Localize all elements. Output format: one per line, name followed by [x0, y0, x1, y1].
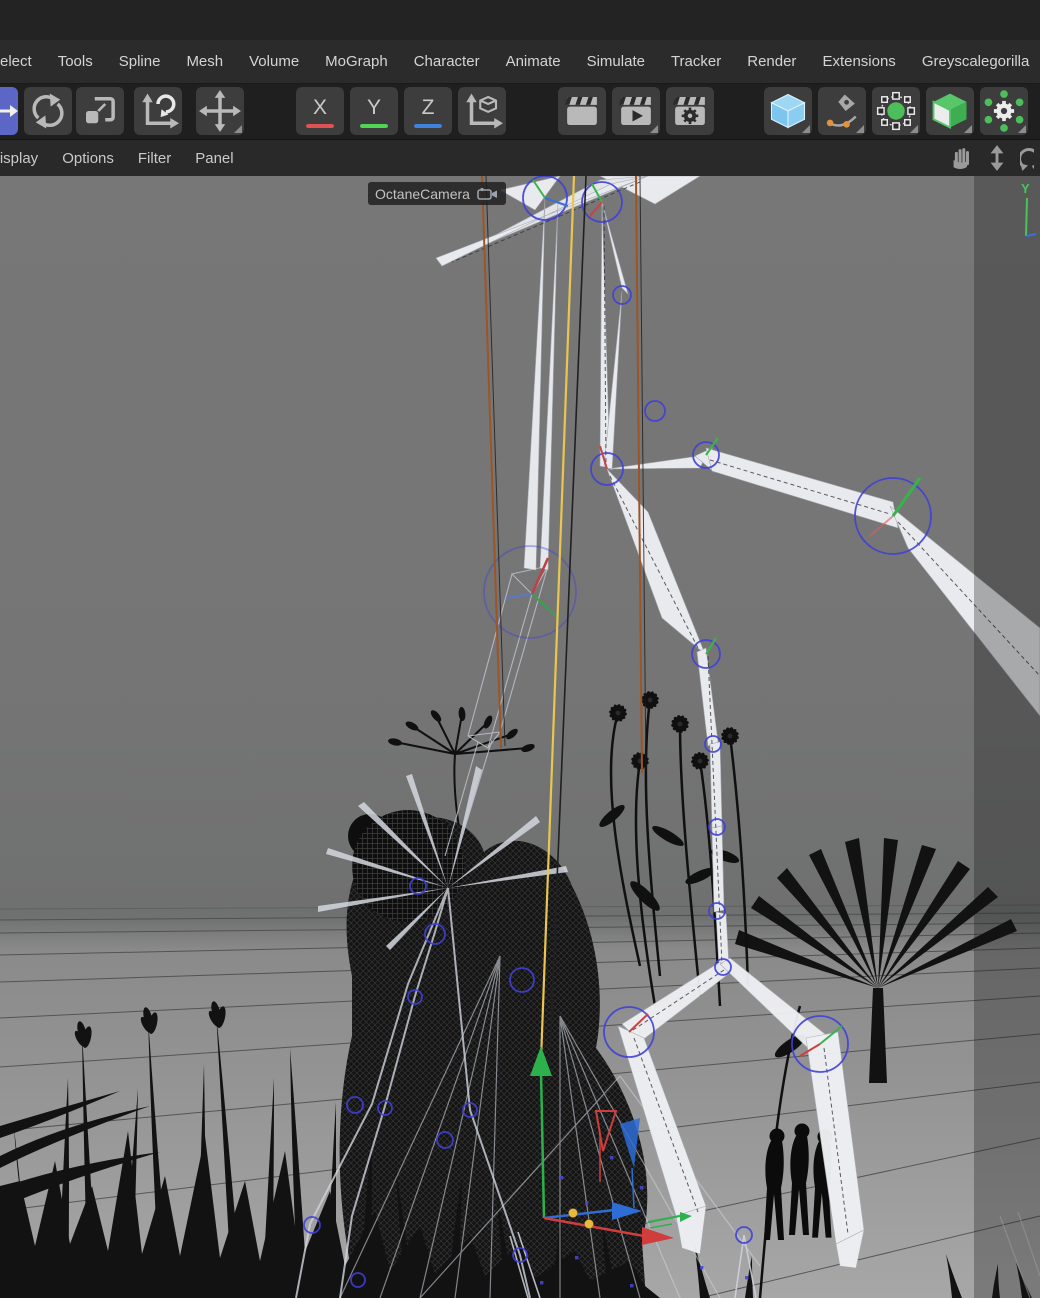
- main-menu-bar: Select Tools Spline Mesh Volume MoGraph …: [0, 40, 1040, 84]
- y-axis-label: Y: [367, 96, 381, 120]
- gizmo-handle-dot[interactable]: [585, 1220, 594, 1229]
- viewport-nav-controls: [948, 140, 1040, 176]
- viewport-scene: Y: [0, 176, 1040, 1298]
- move-icon: [199, 90, 241, 132]
- camera-label-text: OctaneCamera: [375, 186, 470, 202]
- plant-silhouettes: [0, 689, 1032, 1298]
- selection-tool-button[interactable]: [0, 87, 18, 135]
- rotate-arrows-button[interactable]: [24, 87, 72, 135]
- menu-item-mograph[interactable]: MoGraph: [312, 53, 401, 70]
- blue-cube-icon: [766, 89, 810, 133]
- lock-y-axis-button[interactable]: Y: [350, 87, 398, 135]
- title-bar: [0, 0, 1040, 40]
- menu-item-mesh[interactable]: Mesh: [173, 53, 236, 70]
- menu-item-render[interactable]: Render: [734, 53, 809, 70]
- dolly-zoom-icon[interactable]: [986, 145, 1008, 171]
- camera-icon: [477, 187, 499, 201]
- menu-item-tools[interactable]: Tools: [45, 53, 106, 70]
- viewport-menu-display[interactable]: Display: [0, 150, 50, 167]
- gizmo-handle-dot[interactable]: [569, 1209, 578, 1218]
- circular-arrows-icon: [27, 90, 69, 132]
- viewport-3d[interactable]: Y OctaneCamera: [0, 176, 1040, 1298]
- viewport-menu-filter[interactable]: Filter: [126, 150, 183, 167]
- generator-sphere-button[interactable]: [872, 87, 920, 135]
- svg-text:Y: Y: [1021, 181, 1030, 196]
- scale-tool-button[interactable]: [76, 87, 124, 135]
- y-axis-underline: [360, 124, 388, 128]
- viewport-menu-options[interactable]: Options: [50, 150, 126, 167]
- menu-item-tracker[interactable]: Tracker: [658, 53, 734, 70]
- wireframe-creature-mesh: [340, 810, 648, 1298]
- green-cube-icon: [928, 89, 972, 133]
- pan-hand-icon[interactable]: [948, 145, 974, 171]
- main-toolbar: X Y Z: [0, 84, 1040, 140]
- menu-item-select[interactable]: Select: [0, 53, 45, 70]
- menu-item-character[interactable]: Character: [401, 53, 493, 70]
- lock-x-axis-button[interactable]: X: [296, 87, 344, 135]
- coordinate-system-button[interactable]: [458, 87, 506, 135]
- simulate-gear-button[interactable]: [980, 87, 1028, 135]
- menu-item-spline[interactable]: Spline: [106, 53, 174, 70]
- render-settings-button[interactable]: [666, 87, 714, 135]
- x-axis-underline: [306, 124, 334, 128]
- viewport-side-band: [974, 176, 1040, 1298]
- render-clapper-icon: [561, 90, 603, 132]
- menu-item-extensions[interactable]: Extensions: [809, 53, 908, 70]
- gear-particles-icon: [982, 89, 1026, 133]
- x-axis-label: X: [313, 96, 327, 120]
- primitive-cube-button[interactable]: [764, 87, 812, 135]
- volume-cube-button[interactable]: [926, 87, 974, 135]
- menu-item-greyscalegorilla[interactable]: Greyscalegorilla: [909, 53, 1040, 70]
- z-axis-label: Z: [422, 96, 435, 120]
- lock-z-axis-button[interactable]: Z: [404, 87, 452, 135]
- green-sphere-selection-icon: [874, 89, 918, 133]
- menu-item-volume[interactable]: Volume: [236, 53, 312, 70]
- menu-item-simulate[interactable]: Simulate: [574, 53, 658, 70]
- rotate-view-icon[interactable]: [1020, 145, 1034, 171]
- viewport-menu-panel[interactable]: Panel: [183, 150, 245, 167]
- axis-rotate-icon: [137, 90, 179, 132]
- render-gear-icon: [669, 90, 711, 132]
- spline-pen-button[interactable]: [818, 87, 866, 135]
- render-view-button[interactable]: [558, 87, 606, 135]
- menu-item-animate[interactable]: Animate: [493, 53, 574, 70]
- render-play-icon: [615, 90, 657, 132]
- viewport-menu-bar: Display Options Filter Panel: [0, 140, 1040, 176]
- spline-pen-icon: [820, 89, 864, 133]
- coordinate-rotate-button[interactable]: [134, 87, 182, 135]
- scale-icon: [79, 90, 121, 132]
- arrow-icon: [0, 87, 18, 135]
- camera-label[interactable]: OctaneCamera: [368, 182, 506, 205]
- z-axis-underline: [414, 124, 442, 128]
- move-tool-button[interactable]: [196, 87, 244, 135]
- axis-cube-icon: [461, 90, 503, 132]
- render-picture-viewer-button[interactable]: [612, 87, 660, 135]
- application-window: Select Tools Spline Mesh Volume MoGraph …: [0, 0, 1040, 1298]
